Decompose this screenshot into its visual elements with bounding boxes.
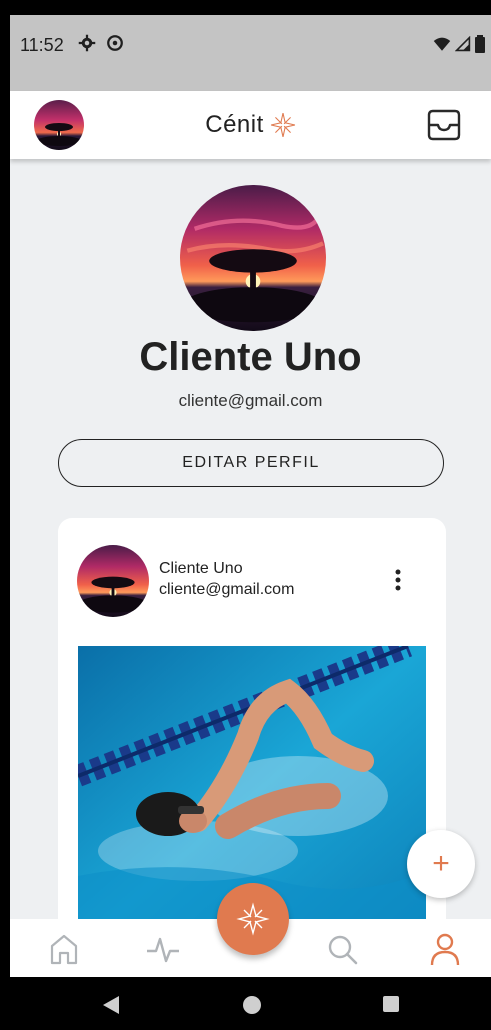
add-button[interactable]: + — [407, 830, 475, 898]
system-nav-bar — [10, 977, 491, 1030]
activity-icon[interactable] — [143, 931, 183, 967]
back-icon[interactable] — [102, 995, 120, 1015]
wifi-icon — [433, 37, 451, 51]
signal-icon — [455, 36, 471, 52]
user-icon[interactable] — [425, 931, 465, 967]
edit-profile-button[interactable]: EDITAR PERFIL — [58, 439, 444, 487]
profile-content: Cliente Uno cliente@gmail.com EDITAR PER… — [10, 159, 491, 946]
search-icon[interactable] — [323, 931, 363, 967]
profile-email: cliente@gmail.com — [178, 391, 323, 410]
app-screen: 11:52 Cénit Cliente Uno cliente@gmail.co… — [10, 15, 491, 1030]
settings-icon — [78, 34, 96, 52]
inbox-icon[interactable] — [427, 109, 461, 141]
recents-icon[interactable] — [382, 995, 400, 1013]
app-title: Cénit — [205, 111, 264, 138]
status-time: 11:52 — [20, 35, 64, 55]
post-author-email: cliente@gmail.com — [159, 581, 295, 598]
app-bar: Cénit — [10, 91, 491, 159]
data-saver-icon — [107, 35, 123, 51]
status-bar: 11:52 — [10, 15, 491, 91]
home-circle-icon[interactable] — [242, 995, 262, 1015]
more-vert-icon[interactable] — [392, 568, 404, 592]
compass-star-icon — [270, 112, 295, 138]
compass-star-icon — [236, 902, 270, 936]
add-label: + — [432, 847, 450, 880]
battery-icon — [475, 35, 485, 53]
home-icon[interactable] — [44, 931, 84, 967]
post-card: Cliente Uno cliente@gmail.com — [58, 518, 446, 946]
profile-name: Cliente Uno — [139, 335, 362, 379]
sunset-tree-image — [180, 185, 326, 331]
post-author-name: Cliente Uno — [159, 560, 243, 577]
sunset-tree-image — [77, 545, 149, 617]
profile-avatar — [180, 185, 326, 331]
post-author-avatar[interactable] — [77, 545, 149, 617]
compass-button[interactable] — [217, 883, 289, 955]
